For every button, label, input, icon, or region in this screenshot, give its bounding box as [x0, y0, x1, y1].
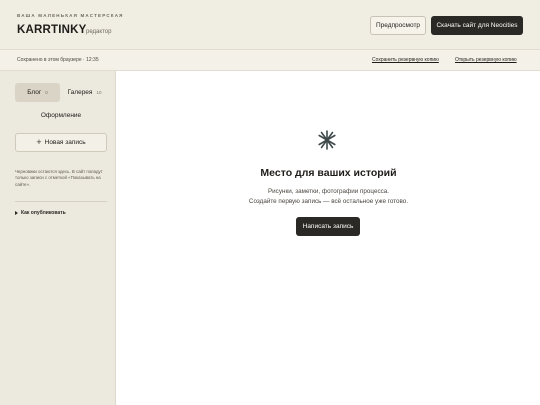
tagline: ВАША МАЛЕНЬКАЯ МАСТЕРСКАЯ — [17, 13, 124, 18]
tab-gallery-count: 10 — [96, 90, 102, 95]
main-content: Место для ваших историй Рисунки, заметки… — [117, 71, 540, 405]
asterisk-icon — [318, 130, 336, 150]
save-status: Сохранено в этом браузере · 12:35 — [17, 57, 99, 63]
status-bar: Сохранено в этом браузере · 12:35 Сохран… — [0, 50, 540, 71]
tab-blog[interactable]: Блог 0 — [15, 83, 60, 102]
how-to-publish-label: Как опубликовать — [21, 210, 66, 216]
open-backup-link[interactable]: Открыть резервную копию — [455, 57, 517, 63]
new-post-label: Новая запись — [44, 139, 86, 146]
tab-gallery-label: Галерея — [67, 89, 93, 96]
brand-subtitle: редактор — [86, 28, 112, 35]
tab-blog-count: 0 — [45, 90, 48, 95]
tab-design[interactable]: Оформление — [15, 108, 107, 122]
triangle-right-icon — [15, 211, 18, 215]
plus-icon: + — [36, 137, 42, 147]
empty-state-line-1: Рисунки, заметки, фотографии процесса. — [267, 188, 390, 195]
brand-logo[interactable]: KARRTINKY — [17, 24, 87, 36]
empty-state-line-2: Создайте первую запись — всё остальное у… — [248, 197, 409, 205]
download-site-button[interactable]: Скачать сайт для Neocities — [431, 16, 523, 35]
preview-button[interactable]: Предпросмотр — [370, 16, 426, 35]
app-header: ВАША МАЛЕНЬКАЯ МАСТЕРСКАЯ KARRTINKY реда… — [0, 0, 540, 50]
how-to-publish-toggle[interactable]: Как опубликовать — [15, 210, 66, 216]
tab-blog-label: Блог — [27, 89, 42, 96]
write-post-button[interactable]: Написать запись — [296, 217, 360, 236]
save-backup-link[interactable]: Сохранить резервную копию — [372, 57, 439, 63]
drafts-note: Черновики остаются здесь. В сайт попадут… — [15, 169, 103, 187]
new-post-button[interactable]: + Новая запись — [15, 133, 107, 152]
sidebar: Блог 0 Галерея 10 Оформление + Новая зап… — [0, 71, 116, 405]
tab-gallery[interactable]: Галерея 10 — [62, 83, 107, 102]
empty-state-title: Место для ваших историй — [260, 167, 397, 179]
empty-state-text: Рисунки, заметки, фотографии процесса. С… — [117, 187, 540, 206]
sidebar-divider — [15, 201, 107, 202]
